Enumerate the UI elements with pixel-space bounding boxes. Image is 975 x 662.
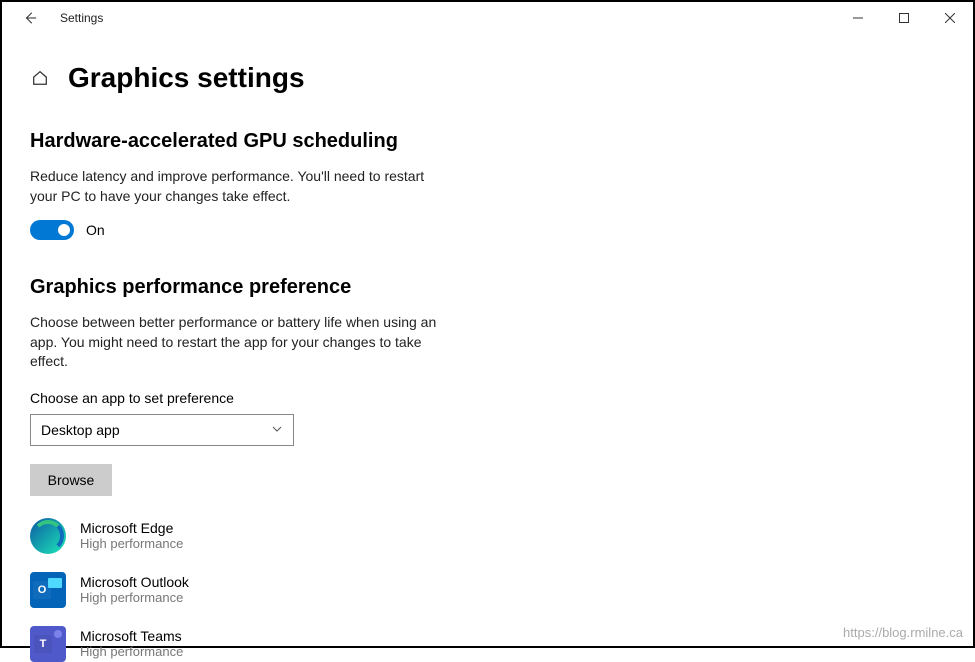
perf-section-title: Graphics performance preference: [30, 276, 973, 299]
choose-app-label: Choose an app to set preference: [30, 390, 973, 406]
window-controls: [835, 2, 973, 34]
app-name: Microsoft Edge: [80, 520, 183, 536]
page-title: Graphics settings: [68, 62, 305, 94]
gpu-section-title: Hardware-accelerated GPU scheduling: [30, 130, 973, 153]
outlook-icon: O: [30, 572, 66, 608]
window-title: Settings: [60, 11, 103, 25]
minimize-button[interactable]: [835, 2, 881, 34]
titlebar: Settings: [2, 2, 973, 34]
close-icon: [945, 13, 955, 23]
app-item-edge[interactable]: Microsoft Edge High performance: [30, 518, 973, 554]
watermark: https://blog.rmilne.ca: [843, 625, 963, 640]
teams-icon: T: [30, 626, 66, 662]
maximize-button[interactable]: [881, 2, 927, 34]
page-header: Graphics settings: [30, 62, 973, 94]
browse-button[interactable]: Browse: [30, 464, 112, 496]
app-item-outlook[interactable]: O Microsoft Outlook High performance: [30, 572, 973, 608]
app-perf-label: High performance: [80, 536, 183, 551]
toggle-knob: [58, 224, 70, 236]
edge-icon: [30, 518, 66, 554]
close-button[interactable]: [927, 2, 973, 34]
chevron-down-icon: [271, 422, 283, 438]
back-button[interactable]: [20, 8, 40, 28]
app-type-dropdown[interactable]: Desktop app: [30, 414, 294, 446]
app-list: Microsoft Edge High performance O Micros…: [30, 518, 973, 662]
back-arrow-icon: [23, 11, 37, 25]
dropdown-value: Desktop app: [41, 422, 120, 438]
gpu-toggle-label: On: [86, 222, 105, 238]
gpu-toggle-row: On: [30, 220, 973, 240]
gpu-section-description: Reduce latency and improve performance. …: [30, 167, 450, 206]
minimize-icon: [853, 13, 863, 23]
home-icon[interactable]: [30, 68, 50, 88]
content-area: Graphics settings Hardware-accelerated G…: [2, 34, 973, 662]
app-perf-label: High performance: [80, 644, 183, 659]
perf-section-description: Choose between better performance or bat…: [30, 313, 450, 372]
app-item-teams[interactable]: T Microsoft Teams High performance: [30, 626, 973, 662]
app-name: Microsoft Teams: [80, 628, 183, 644]
app-info: Microsoft Edge High performance: [80, 520, 183, 551]
gpu-toggle[interactable]: [30, 220, 74, 240]
app-info: Microsoft Teams High performance: [80, 628, 183, 659]
app-info: Microsoft Outlook High performance: [80, 574, 189, 605]
app-perf-label: High performance: [80, 590, 189, 605]
app-name: Microsoft Outlook: [80, 574, 189, 590]
maximize-icon: [899, 13, 909, 23]
